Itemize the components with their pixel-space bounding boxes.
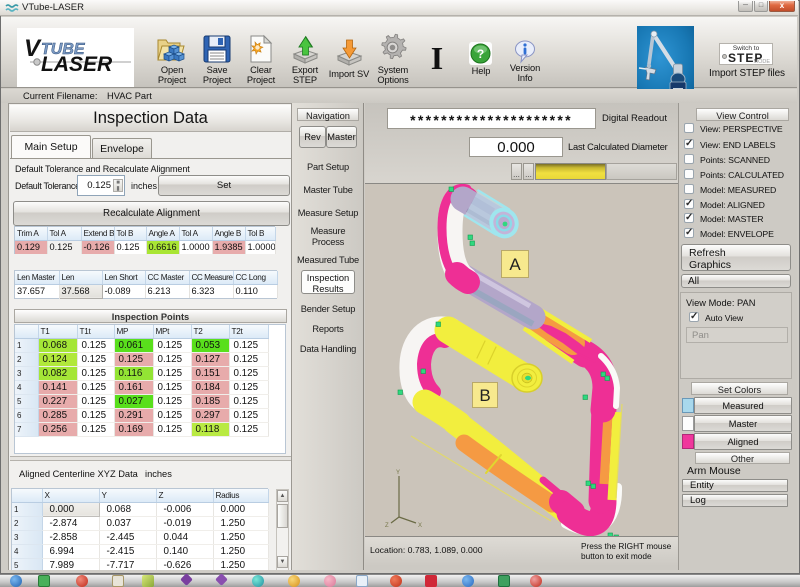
svg-text:V: V xyxy=(24,35,42,62)
svg-text:Y: Y xyxy=(396,470,400,476)
svg-text:Z: Z xyxy=(385,523,389,529)
svg-text:LASER: LASER xyxy=(41,53,113,76)
svg-text:?: ? xyxy=(477,47,484,61)
svg-text:X: X xyxy=(418,523,422,529)
